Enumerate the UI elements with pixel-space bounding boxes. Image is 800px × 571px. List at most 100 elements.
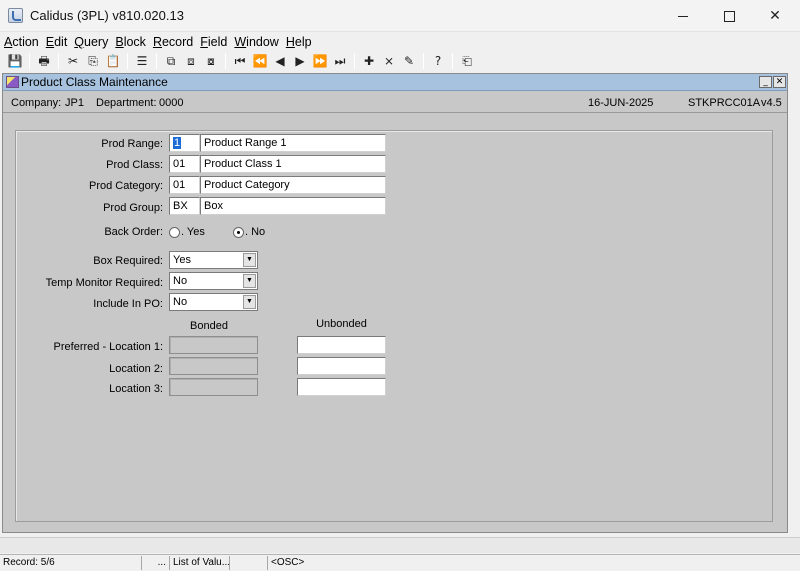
menu-action[interactable]: Action [4,35,39,49]
list-icon[interactable]: ☰ [132,52,152,70]
menu-edit[interactable]: Edit [46,35,68,49]
menu-record[interactable]: Record [153,35,193,49]
window-title: Calidus (3PL) v810.020.13 [30,8,184,23]
maximize-button[interactable] [706,0,752,32]
toolbar-separator [423,53,424,69]
cut-icon[interactable]: ✂ [63,52,83,70]
paste-record-icon[interactable]: ⧈ [181,52,201,70]
temp-monitor-label: Temp Monitor Required: [45,277,163,289]
chevron-down-icon[interactable]: ▼ [243,274,256,288]
clear-record-icon[interactable]: ✎ [399,52,419,70]
toolbar: 💾 🖶 ✂ ⎘ 📋 ☰ ⧉ ⧈ ⧇ ⏮ ⏪ ◀ ▶ ⏩ ⏭ ✚ ⨯ ✎ ? ⎗ [0,51,800,71]
unbonded-header: Unbonded [316,318,367,330]
menu-bar: Action Edit Query Block Record Field Win… [0,33,800,51]
chevron-down-icon[interactable]: ▼ [243,253,256,267]
menu-block[interactable]: Block [115,35,146,49]
menu-query[interactable]: Query [74,35,108,49]
bonded-location-1-field [169,336,258,354]
form-close-button[interactable]: ✕ [773,76,786,88]
prod-group-label: Prod Group: [103,202,163,214]
previous-record-icon[interactable]: ◀ [270,52,290,70]
duplicate-record-icon[interactable]: ⧇ [201,52,221,70]
chevron-down-icon[interactable]: ▼ [243,295,256,309]
bonded-header: Bonded [190,320,228,332]
first-record-icon[interactable]: ⏮ [230,52,250,70]
prod-class-code-input[interactable]: 01 [169,155,200,173]
form-minimize-button[interactable]: _ [759,76,772,88]
back-order-yes-label: . Yes [181,226,205,238]
prod-category-description[interactable]: Product Category [200,176,386,194]
exit-icon[interactable]: ⎗ [457,52,477,70]
prod-category-label: Prod Category: [89,180,163,192]
osc-indicator: <OSC> [271,557,305,568]
form-title: Product Class Maintenance [21,75,168,89]
copy-icon[interactable]: ⎘ [83,52,103,70]
screen-version: v4.5 [761,97,782,109]
location-3-label: Location 3: [109,383,163,395]
next-record-icon[interactable]: ▶ [290,52,310,70]
prod-class-label: Prod Class: [106,159,163,171]
include-in-po-dropdown[interactable]: No ▼ [169,293,258,311]
bonded-location-2-field [169,357,258,375]
temp-monitor-dropdown[interactable]: No ▼ [169,272,258,290]
prod-category-code-input[interactable]: 01 [169,176,200,194]
prod-range-code-input[interactable]: 1 [169,134,200,152]
toolbar-separator [58,53,59,69]
form-icon [6,76,19,88]
previous-block-icon[interactable]: ⏪ [250,52,270,70]
prod-range-description[interactable]: Product Range 1 [200,134,386,152]
prod-range-label: Prod Range: [101,138,163,150]
screen-code: STKPRCC01A [688,97,761,109]
unbonded-location-3-input[interactable] [297,378,386,396]
insert-record-icon[interactable]: ✚ [359,52,379,70]
status-bar: Record: 5/6 ... List of Valu... <OSC> [0,554,800,571]
box-required-label: Box Required: [93,255,163,267]
horizontal-scrollbar[interactable] [0,537,800,553]
status-empty-cell [230,556,268,570]
toolbar-separator [225,53,226,69]
menu-help[interactable]: Help [286,35,312,49]
company-label: Company: [11,97,62,109]
title-bar: Calidus (3PL) v810.020.13 ✕ [0,0,800,32]
java-app-icon [8,8,23,23]
header-info-bar: Company: JP1 Department: 0000 16-JUN-202… [3,92,787,113]
save-icon[interactable]: 💾 [5,52,25,70]
back-order-no-label: . No [245,226,266,238]
box-required-dropdown[interactable]: Yes ▼ [169,251,258,269]
unbonded-location-2-input[interactable] [297,357,386,375]
copy-record-icon[interactable]: ⧉ [161,52,181,70]
bonded-location-3-field [169,378,258,396]
department-label: Department: [96,97,157,109]
unbonded-location-1-input[interactable] [297,336,386,354]
status-ellipsis: ... [142,556,170,570]
back-order-no-radio[interactable] [233,227,244,238]
department-value: 0000 [159,97,184,109]
delete-record-icon[interactable]: ⨯ [379,52,399,70]
include-in-po-label: Include In PO: [93,298,163,310]
toolbar-separator [156,53,157,69]
menu-field[interactable]: Field [200,35,227,49]
toolbar-separator [452,53,453,69]
back-order-label: Back Order: [104,226,163,238]
minimize-button[interactable] [660,0,706,32]
list-of-values-indicator: List of Valu... [170,556,230,570]
form-title-bar: Product Class Maintenance _ ✕ [3,74,787,91]
preferred-location-1-label: Preferred - Location 1: [53,341,163,353]
help-icon[interactable]: ? [428,52,448,70]
menu-window[interactable]: Window [234,35,278,49]
toolbar-separator [354,53,355,69]
prod-class-description[interactable]: Product Class 1 [200,155,386,173]
record-counter: Record: 5/6 [0,556,142,570]
back-order-yes-radio[interactable] [169,227,180,238]
paste-icon[interactable]: 📋 [103,52,123,70]
company-value: JP1 [65,97,84,109]
print-icon[interactable]: 🖶 [34,52,54,70]
last-record-icon[interactable]: ⏭ [330,52,350,70]
current-date: 16-JUN-2025 [588,97,654,109]
close-button[interactable]: ✕ [752,0,798,32]
toolbar-separator [127,53,128,69]
location-2-label: Location 2: [109,363,163,375]
next-block-icon[interactable]: ⏩ [310,52,330,70]
prod-group-description[interactable]: Box [200,197,386,215]
prod-group-code-input[interactable]: BX [169,197,200,215]
